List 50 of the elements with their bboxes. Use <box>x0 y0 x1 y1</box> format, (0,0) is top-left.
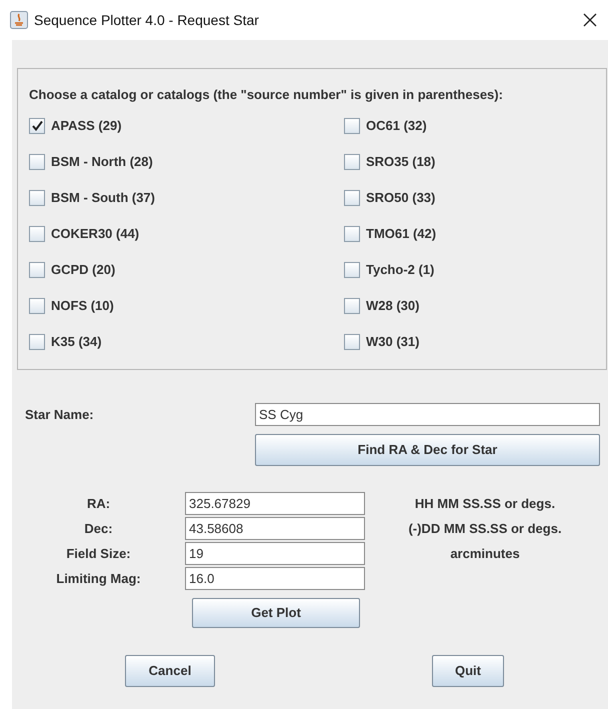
checkbox[interactable] <box>344 334 360 350</box>
checkbox[interactable] <box>344 190 360 206</box>
checkbox[interactable] <box>29 190 45 206</box>
checkbox[interactable] <box>344 262 360 278</box>
parameter-hint: (-)DD MM SS.SS or degs. <box>407 520 563 538</box>
checkbox-label: Tycho-2 (1) <box>366 260 434 279</box>
checkbox[interactable] <box>29 298 45 314</box>
find-ra-dec-button[interactable]: Find RA & Dec for Star <box>255 434 600 466</box>
parameter-field[interactable]: 16.0 <box>185 567 365 590</box>
checkbox[interactable] <box>29 154 45 170</box>
checkbox[interactable] <box>29 118 45 134</box>
dialog-button[interactable]: Cancel <box>125 655 215 687</box>
checkbox-label: SRO50 (33) <box>366 188 436 207</box>
catalog-heading: Choose a catalog or catalogs (the "source number" is given in parentheses): <box>29 86 504 104</box>
parameter-label: Field Size: <box>65 544 132 563</box>
checkbox[interactable] <box>29 226 45 242</box>
window-title: Sequence Plotter 4.0 - Request Star <box>34 10 259 30</box>
checkbox[interactable] <box>29 334 45 350</box>
checkbox-label: SRO35 (18) <box>366 152 436 171</box>
checkbox-label: K35 (34) <box>51 332 102 351</box>
checkbox-label: NOFS (10) <box>51 296 114 315</box>
app-icon <box>10 11 28 29</box>
checkbox-label: W28 (30) <box>366 296 420 315</box>
get-plot-button[interactable]: Get Plot <box>192 598 360 628</box>
parameter-field[interactable]: 19 <box>185 542 365 565</box>
checkbox-label: GCPD (20) <box>51 260 116 279</box>
parameter-label: Dec: <box>83 520 114 538</box>
star-name-label: Star Name: <box>25 406 95 424</box>
parameter-hint: HH MM SS.SS or degs. <box>414 494 556 513</box>
checkbox-label: APASS (29) <box>51 116 122 135</box>
close-icon <box>583 13 597 27</box>
checkbox[interactable] <box>344 298 360 314</box>
parameter-field[interactable]: 43.58608 <box>185 517 365 540</box>
checkbox[interactable] <box>344 226 360 242</box>
dialog-button[interactable]: Quit <box>432 655 504 687</box>
checkbox[interactable] <box>29 262 45 278</box>
checkbox[interactable] <box>344 118 360 134</box>
checkbox-label: COKER30 (44) <box>51 224 140 243</box>
checkbox-label: BSM - South (37) <box>51 188 155 207</box>
checkbox-label: W30 (31) <box>366 332 420 351</box>
star-name-field[interactable]: SS Cyg <box>255 403 600 426</box>
parameter-field[interactable]: 325.67829 <box>185 492 365 515</box>
checkbox-label: OC61 (32) <box>366 116 427 135</box>
checkbox[interactable] <box>344 154 360 170</box>
parameter-label: RA: <box>86 494 112 513</box>
parameter-hint: arcminutes <box>449 544 521 563</box>
checkbox-label: BSM - North (28) <box>51 152 153 171</box>
checkbox-label: TMO61 (42) <box>366 224 436 243</box>
parameter-label: Limiting Mag: <box>55 570 142 588</box>
checkmark-icon <box>32 120 42 131</box>
